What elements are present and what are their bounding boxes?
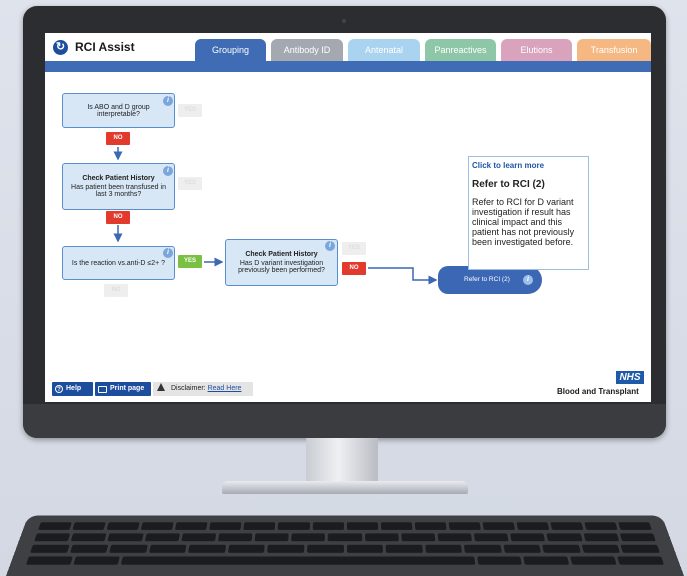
question-title: Check Patient History [245,251,318,258]
monitor-stand [306,438,378,484]
info-popup: Click to learn more Refer to RCI (2) Ref… [468,156,589,270]
app-screen: ↻ RCI Assist Grouping Antibody ID Antena… [45,33,651,402]
webcam [342,19,346,23]
info-icon[interactable]: i [325,241,335,251]
keyboard [6,515,684,576]
connector-q4-result [368,267,438,285]
info-icon[interactable]: i [163,166,173,176]
result-refer-rci-2[interactable]: Refer to RCI (2) i [438,266,542,294]
question-transfused[interactable]: Check Patient History Has patient been t… [62,163,175,210]
popup-title: Refer to RCI (2) [472,179,545,190]
popup-body: Refer to RCI for D variant investigation… [472,197,575,247]
monitor-chin [23,404,666,438]
printer-icon [98,385,107,393]
result-label: Refer to RCI (2) [464,276,510,283]
monitor-base [222,481,468,494]
yes-button-q2[interactable]: YES [178,177,202,190]
question-text: Has D variant investigation previously b… [238,260,325,274]
yes-button-q1[interactable]: YES [178,104,202,117]
disclaimer-link[interactable]: Read Here [208,385,242,392]
no-button-q2[interactable]: NO [106,211,130,224]
info-icon[interactable]: i [523,275,533,285]
question-abo-d-group[interactable]: Is ABO and D group interpretable? [62,93,175,128]
print-button[interactable]: Print page [95,382,151,396]
learn-more-link[interactable]: Click to learn more [472,161,585,170]
disclaimer: Disclaimer: Read Here [153,382,253,396]
nhs-logo: NHS [616,371,644,384]
question-text: Is ABO and D group interpretable? [87,103,150,118]
info-icon[interactable]: i [163,248,173,258]
no-button-q3[interactable]: NO [104,284,128,297]
warning-icon [157,383,165,391]
yes-button-q4[interactable]: YES [342,242,366,255]
help-icon: ? [55,385,63,393]
question-text: Has patient been transfused in last 3 mo… [71,184,166,198]
help-button[interactable]: ? Help [52,382,93,396]
yes-button-q3[interactable]: YES [178,255,202,268]
question-text: Is the reaction vs.anti-D ≤2+ ? [71,259,166,267]
disclaimer-label: Disclaimer: [171,385,206,392]
no-button-q1[interactable]: NO [106,132,130,145]
info-icon[interactable]: i [163,96,173,106]
print-label: Print page [110,385,145,392]
question-title: Check Patient History [82,175,155,182]
org-name: Blood and Transplant [557,387,639,396]
question-anti-d-reaction[interactable]: Is the reaction vs.anti-D ≤2+ ? [62,246,175,280]
no-button-q4[interactable]: NO [342,262,366,275]
question-d-variant[interactable]: Check Patient History Has D variant inve… [225,239,338,286]
help-label: Help [66,385,82,392]
